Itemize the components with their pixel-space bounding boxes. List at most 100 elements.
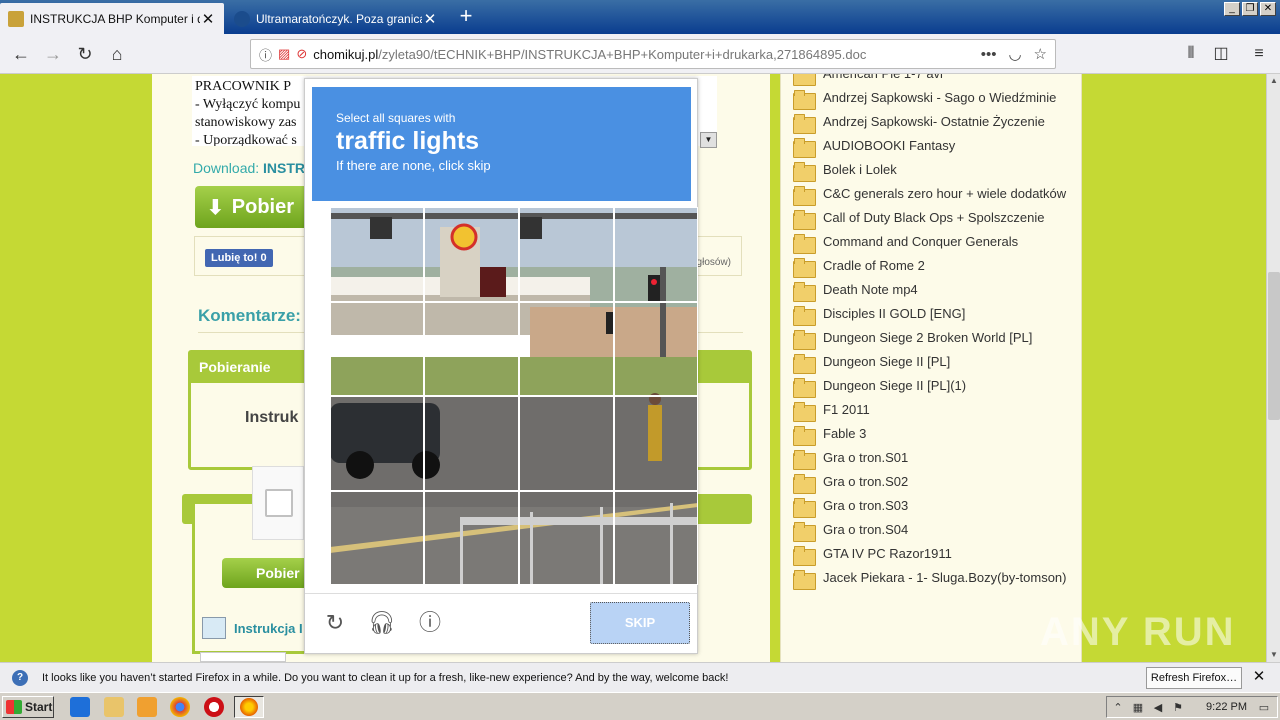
tracking-blocked-icon[interactable]: ▨ (278, 46, 290, 62)
chrome-icon[interactable] (170, 697, 190, 717)
clock[interactable]: 9:22 PM (1206, 701, 1247, 713)
folder-item[interactable]: Dungeon Siege 2 Broken World [PL] (793, 330, 1073, 350)
folder-item[interactable]: Gra o tron.S04 (793, 522, 1073, 542)
forward-arrow-icon[interactable]: → (40, 41, 66, 67)
folder-item[interactable]: Command and Conquer Generals (793, 234, 1073, 254)
scrollbar-thumb[interactable] (1268, 272, 1280, 420)
audio-challenge-icon[interactable]: 🎧︎ (367, 608, 397, 638)
skip-button[interactable]: SKIP (590, 602, 690, 644)
minimize-button[interactable]: _ (1224, 2, 1240, 16)
folder-icon (793, 402, 816, 422)
grid-tile[interactable] (330, 491, 424, 585)
grid-tile[interactable] (614, 491, 698, 585)
refresh-firefox-button[interactable]: Refresh Firefox… (1146, 667, 1242, 689)
grid-tile[interactable] (330, 207, 424, 302)
grid-tile[interactable] (424, 491, 519, 585)
network-icon[interactable]: ▦ (1131, 701, 1145, 715)
related-file-link[interactable]: Instrukcja I (202, 617, 303, 639)
menu-hamburger-icon[interactable]: ≡ (1246, 41, 1272, 67)
show-desktop-icon[interactable]: ▭ (1257, 701, 1271, 715)
tab-instrukcja[interactable]: INSTRUKCJA BHP Komputer i druka ✕ (0, 3, 224, 34)
folder-item[interactable]: Gra o tron.S02 (793, 474, 1073, 494)
folder-item[interactable]: Cradle of Rome 2 (793, 258, 1073, 278)
sidebar-icon[interactable]: ◫ (1208, 41, 1234, 67)
scroll-up-icon[interactable]: ▲ (1267, 74, 1280, 88)
grid-tile[interactable] (424, 207, 519, 302)
folder-item[interactable]: Dungeon Siege II [PL] (793, 354, 1073, 374)
grid-tile[interactable] (519, 207, 614, 302)
library-icon[interactable]: ⫴ (1178, 41, 1204, 67)
folder-item[interactable]: Disciples II GOLD [ENG] (793, 306, 1073, 326)
facebook-like-button[interactable]: Lubię to! 0 (205, 249, 273, 267)
folder-icon (793, 186, 816, 206)
back-arrow-icon[interactable]: ← (8, 41, 34, 67)
volume-icon[interactable]: ◀ (1151, 701, 1165, 715)
grid-tile[interactable] (614, 396, 698, 491)
tab-ultramaratonczyk[interactable]: Ultramaratończyk. Poza granicami ✕ (226, 3, 446, 34)
new-tab-button[interactable]: + (452, 3, 480, 31)
folder-icon (793, 474, 816, 494)
grid-tile[interactable] (519, 302, 614, 396)
home-icon[interactable]: ⌂ (104, 41, 130, 67)
recaptcha-checkbox[interactable] (265, 489, 293, 517)
folder-item[interactable]: Jacek Piekara - 1- Sluga.Bozy(by-tomson) (793, 570, 1073, 590)
folder-item[interactable]: Fable 3 (793, 426, 1073, 446)
folder-item[interactable]: C&C generals zero hour + wiele dodatków (793, 186, 1073, 206)
insecure-lock-icon[interactable]: ⊘ (296, 46, 307, 62)
reload-challenge-icon[interactable]: ↻ (320, 608, 350, 638)
folder-item[interactable]: Gra o tron.S01 (793, 450, 1073, 470)
folder-item[interactable]: F1 2011 (793, 402, 1073, 422)
folder-item[interactable]: Bolek i Lolek (793, 162, 1073, 182)
tab-title: INSTRUKCJA BHP Komputer i druka (30, 11, 200, 26)
info-icon[interactable]: ⓘ (259, 45, 272, 64)
folder-item[interactable]: GTA IV PC Razor1911 (793, 546, 1073, 566)
pocket-icon[interactable]: ◡ (1008, 45, 1021, 63)
address-bar[interactable]: ⓘ ▨ ⊘ chomikuj.pl /zyleta90/tECHNIK+BHP/… (250, 39, 1056, 69)
folder-icon (793, 138, 816, 158)
grid-tile[interactable] (424, 302, 519, 396)
grid-tile[interactable] (614, 302, 698, 396)
grid-tile[interactable] (519, 491, 614, 585)
folder-label: Andrzej Sapkowski- Ostatnie Życzenie (823, 114, 1045, 129)
show-hidden-icons-icon[interactable]: ⌃ (1111, 701, 1125, 715)
explorer-folder-icon[interactable] (104, 697, 124, 717)
folder-item[interactable]: Dungeon Siege II [PL](1) (793, 378, 1073, 398)
folder-item[interactable]: American Pie 1-7 avi (793, 74, 1073, 86)
folder-item[interactable]: Death Note mp4 (793, 282, 1073, 302)
refresh-firefox-notification: ? It looks like you haven’t started Fire… (0, 662, 1280, 692)
scroll-down-icon[interactable]: ▼ (1267, 648, 1280, 662)
votes-count: głosów) (696, 257, 731, 268)
restore-button[interactable]: ❐ (1242, 2, 1258, 16)
grid-tile[interactable] (424, 396, 519, 491)
folder-item[interactable]: Gra o tron.S03 (793, 498, 1073, 518)
close-tab-icon[interactable]: ✕ (422, 10, 438, 28)
bookmark-star-icon[interactable]: ☆ (1034, 45, 1047, 63)
action-center-flag-icon[interactable]: ⚑ (1171, 701, 1185, 715)
close-notification-icon[interactable]: ✕ (1250, 668, 1268, 686)
folder-label: Fable 3 (823, 426, 867, 441)
grid-tile[interactable] (519, 396, 614, 491)
start-button[interactable]: Start (2, 696, 54, 718)
media-player-icon[interactable] (137, 697, 157, 717)
ie-icon[interactable] (70, 697, 90, 717)
reload-icon[interactable]: ↻ (72, 41, 98, 67)
folder-label: F1 2011 (823, 402, 870, 417)
folder-item[interactable]: Andrzej Sapkowski- Ostatnie Życzenie (793, 114, 1073, 134)
preview-scroll-down-icon[interactable]: ▼ (700, 132, 717, 148)
folder-item[interactable]: Call of Duty Black Ops + Spolszczenie (793, 210, 1073, 230)
grid-tile[interactable] (330, 302, 424, 396)
close-tab-icon[interactable]: ✕ (200, 10, 216, 28)
page-actions-icon[interactable]: ••• (981, 46, 997, 63)
close-window-button[interactable]: ✕ (1260, 2, 1276, 16)
grid-tile[interactable] (330, 396, 424, 491)
site-favicon-icon (234, 10, 250, 27)
folder-item[interactable]: Andrzej Sapkowski - Sago o Wiedźminie (793, 90, 1073, 110)
folder-item[interactable]: AUDIOBOOKI Fantasy (793, 138, 1073, 158)
info-icon: ? (12, 669, 28, 686)
grid-tile[interactable] (614, 207, 698, 302)
windows-logo-icon (6, 700, 22, 714)
firefox-taskbar-button[interactable] (234, 696, 264, 718)
opera-icon[interactable] (204, 697, 224, 717)
help-info-icon[interactable]: ⓘ (415, 608, 445, 638)
page-scrollbar[interactable]: ▲ ▼ (1266, 74, 1280, 662)
